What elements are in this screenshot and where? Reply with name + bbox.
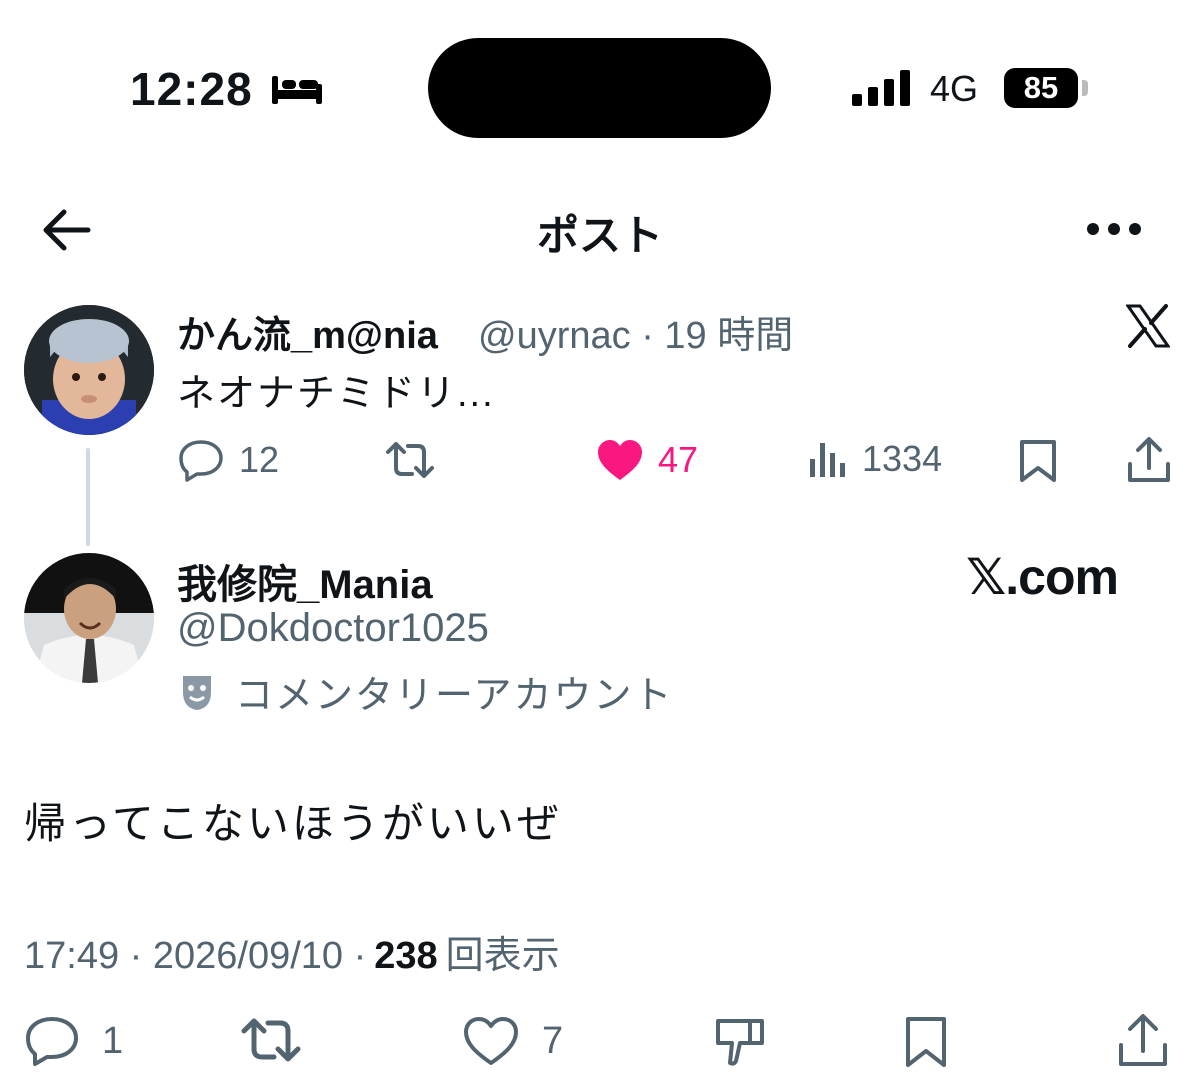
author-handle[interactable]: @Dokdoctor1025 — [177, 606, 489, 651]
account-label: コメンタリーアカウント — [177, 664, 673, 719]
bookmark-icon — [1020, 440, 1056, 482]
tweet-text: ネオナチミドリ... — [177, 373, 495, 415]
reply-button[interactable]: 1 — [24, 1015, 123, 1067]
post-timestamp[interactable]: 17:49 · 2026/09/10 · — [24, 935, 366, 978]
avatar[interactable] — [24, 553, 154, 683]
bookmark-button[interactable] — [1018, 438, 1058, 484]
reply-icon — [26, 1017, 78, 1066]
x-com-brand: 𝕏.com — [966, 549, 1119, 605]
theater-mask-icon — [183, 675, 211, 710]
share-button[interactable] — [1126, 436, 1172, 484]
repost-button[interactable] — [240, 1015, 302, 1065]
view-count: 1334 — [862, 438, 943, 479]
more-options-icon[interactable] — [1086, 216, 1142, 247]
status-time: 12:28 — [130, 63, 253, 115]
battery-indicator: 85 — [1004, 68, 1078, 108]
like-count: 47 — [658, 439, 699, 480]
repost-icon — [241, 1018, 301, 1062]
reply-count: 12 — [239, 439, 280, 480]
dynamic-island — [428, 38, 771, 138]
network-type: 4G — [930, 68, 979, 109]
heart-outline-icon — [464, 1017, 518, 1065]
thumbs-down-icon — [716, 1019, 764, 1066]
thread-connector-line — [86, 448, 90, 546]
tweet-text: 帰ってこないほうがいいぜ — [24, 800, 562, 847]
author-handle-timestamp[interactable]: @uyrnac · 19 時間 — [478, 304, 793, 359]
sleep-focus-icon — [270, 72, 324, 111]
view-count-label: 回表示 — [445, 935, 560, 977]
repost-button[interactable] — [384, 438, 436, 482]
reply-icon — [179, 440, 223, 482]
author-name[interactable]: 我修院_Mania — [177, 552, 433, 610]
tweet-metadata: 17:49 · 2026/09/10 · 238 回表示 — [24, 924, 560, 979]
like-button[interactable]: 7 — [462, 1015, 563, 1067]
share-button[interactable] — [1116, 1013, 1170, 1069]
reply-button[interactable]: 12 — [177, 438, 279, 482]
share-icon — [1128, 437, 1170, 482]
avatar[interactable] — [24, 305, 154, 435]
battery-cap — [1082, 80, 1088, 96]
author-name[interactable]: かん流_m@nia — [177, 304, 438, 359]
views-button[interactable]: 1334 — [808, 438, 942, 480]
bookmark-icon — [906, 1017, 946, 1067]
heart-filled-icon — [598, 440, 642, 480]
analytics-icon — [810, 443, 845, 477]
bookmark-button[interactable] — [902, 1015, 950, 1069]
repost-icon — [386, 442, 434, 478]
view-count: 238 — [374, 935, 438, 977]
cellular-signal-icon — [852, 70, 912, 111]
reply-count: 1 — [102, 1019, 124, 1062]
downvote-button[interactable] — [714, 1015, 768, 1067]
x-logo-icon — [1125, 304, 1171, 353]
account-label-text: コメンタリーアカウント — [235, 675, 674, 717]
page-title: ポスト — [536, 212, 663, 259]
share-icon — [1119, 1014, 1167, 1066]
like-count: 7 — [542, 1019, 564, 1062]
like-button[interactable]: 47 — [596, 438, 698, 482]
